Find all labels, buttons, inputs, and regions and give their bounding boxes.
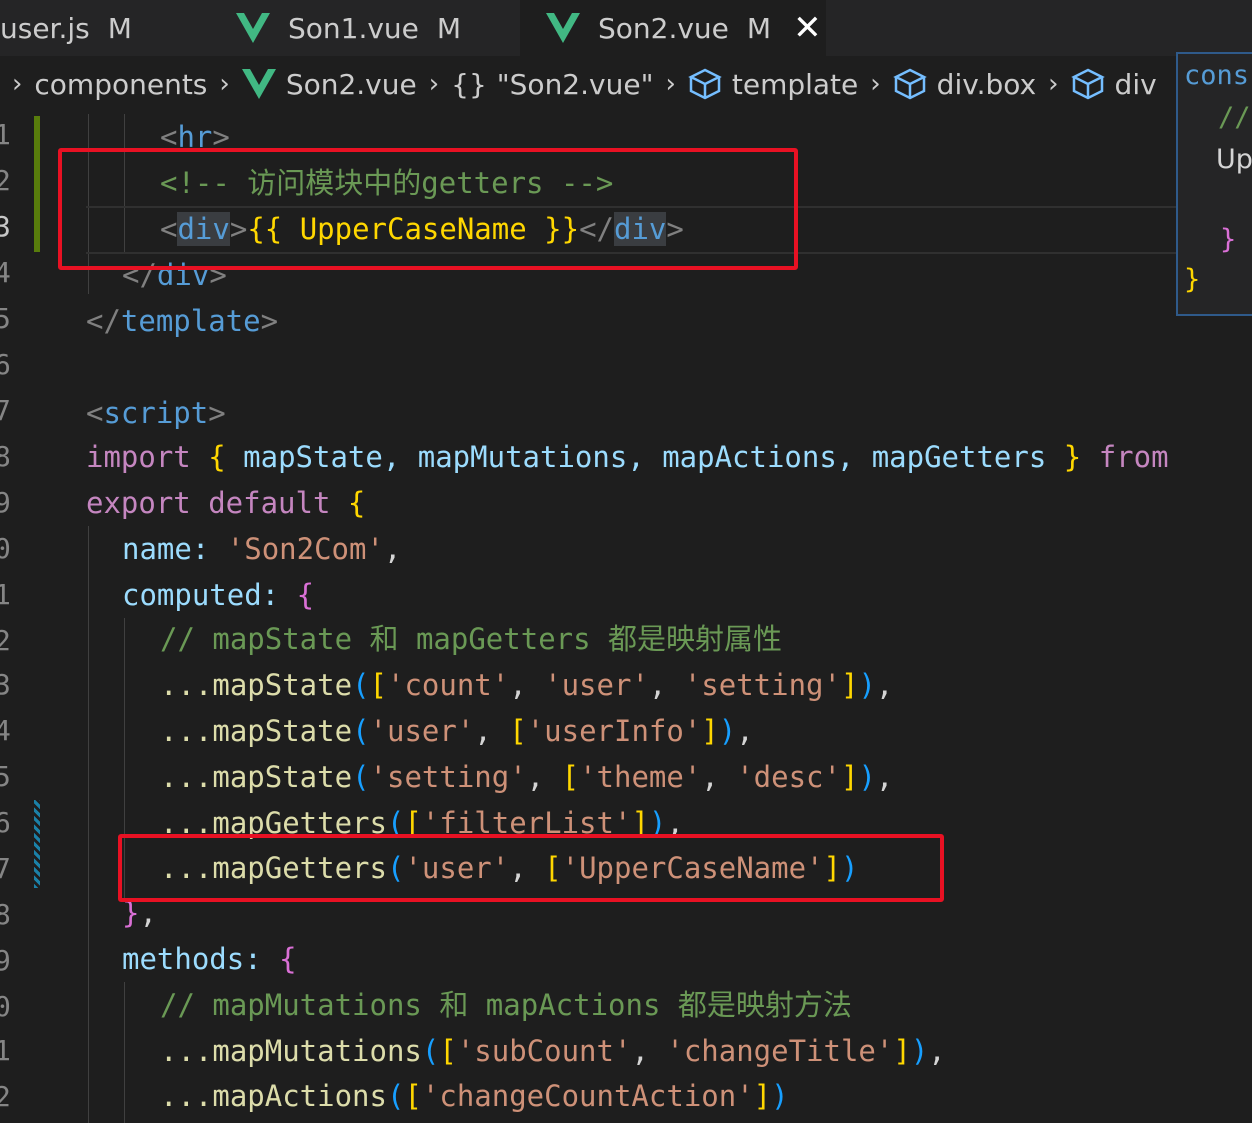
vue-icon	[236, 13, 270, 43]
code-line: </template>	[86, 304, 279, 338]
hover-tooltip: cons // Up } }	[1176, 52, 1252, 316]
tab-label: user.js	[0, 11, 90, 45]
modified-badge: M	[746, 11, 772, 45]
breadcrumb-item[interactable]: div	[1115, 68, 1157, 101]
code-line: <script>	[86, 396, 226, 430]
tab-user-js[interactable]: user.js M	[0, 0, 206, 56]
brace-glyph: }	[1220, 224, 1237, 255]
code-line: ...mapState(['count', 'user', 'setting']…	[160, 668, 894, 702]
breadcrumb: › components › Son2.vue › {} "Son2.vue" …	[0, 58, 1252, 110]
line-number: 8	[0, 440, 11, 473]
tab-son2-vue[interactable]: Son2.vue M ✕	[520, 0, 826, 56]
cube-icon	[688, 68, 722, 100]
cube-icon	[1070, 68, 1105, 100]
line-number: 6	[0, 806, 11, 839]
line-number: 2	[0, 164, 11, 197]
tab-son1-vue[interactable]: Son1.vue M	[210, 0, 516, 56]
line-number: 0	[0, 990, 11, 1023]
code-line: computed: {	[122, 578, 315, 612]
chevron-right-icon: ›	[665, 69, 676, 99]
chevron-right-icon: ›	[12, 69, 23, 99]
code-line: methods: {	[122, 942, 297, 976]
code-line: import { mapState, mapMutations, mapActi…	[86, 440, 1169, 474]
code-line: ...mapState('setting', ['theme', 'desc']…	[160, 760, 894, 794]
breadcrumb-item[interactable]: "Son2.vue"	[497, 68, 654, 101]
line-number: 8	[0, 898, 11, 931]
hover-text: cons	[1184, 60, 1250, 91]
line-number: 7	[0, 394, 11, 427]
line-number: 5	[0, 302, 11, 335]
line-number: 2	[0, 624, 11, 657]
close-icon[interactable]: ✕	[793, 8, 822, 48]
code-line: // mapMutations 和 mapActions 都是映射方法	[160, 988, 852, 1022]
chevron-right-icon: ›	[219, 69, 230, 99]
line-number: 4	[0, 256, 11, 289]
code-line: export default {	[86, 486, 366, 520]
tab-label: Son1.vue	[288, 11, 419, 45]
modified-badge: M	[107, 11, 132, 45]
git-changed-bar	[34, 800, 40, 888]
line-number: 7	[0, 852, 11, 885]
vue-icon	[546, 13, 580, 43]
code-line: ...mapActions(['changeCountAction'])	[160, 1079, 789, 1113]
hover-text: Up	[1216, 144, 1252, 175]
line-number: 4	[0, 714, 11, 747]
modified-badge: M	[436, 11, 462, 45]
tab-label: Son2.vue	[598, 11, 729, 45]
line-number: 3	[0, 210, 11, 243]
cube-icon	[892, 68, 927, 100]
line-number: 9	[0, 486, 11, 519]
indent-guide	[124, 982, 125, 1123]
git-modified-bar	[34, 116, 40, 252]
breadcrumb-item[interactable]: components	[34, 68, 207, 101]
chevron-right-icon: ›	[870, 69, 881, 99]
highlight-box-template	[58, 148, 798, 270]
line-number: 3	[0, 668, 11, 701]
code-line: ...mapMutations(['subCount', 'changeTitl…	[160, 1034, 946, 1068]
indent-guide	[88, 526, 89, 1123]
brace-glyph: }	[1184, 264, 1201, 295]
editor-window: { "tabs": [ {"label": "user.js", "status…	[0, 0, 1252, 1123]
breadcrumb-item[interactable]: template	[732, 68, 858, 101]
chevron-right-icon: ›	[428, 69, 440, 99]
line-number: 5	[0, 760, 11, 793]
line-number: 9	[0, 944, 11, 977]
chevron-right-icon: ›	[1048, 69, 1059, 99]
line-number: 2	[0, 1080, 11, 1113]
braces-icon: {}	[451, 67, 487, 101]
line-number: 1	[0, 118, 11, 151]
hover-text: //	[1218, 102, 1251, 133]
code-line: ...mapState('user', ['userInfo']),	[160, 714, 754, 748]
line-number: 6	[0, 348, 11, 381]
line-number: 0	[0, 532, 11, 565]
line-number: 1	[0, 578, 11, 611]
breadcrumb-item[interactable]: Son2.vue	[286, 68, 417, 101]
code-line: // mapState 和 mapGetters 都是映射属性	[160, 622, 783, 656]
code-line: name: 'Son2Com',	[122, 532, 402, 566]
line-number: 1	[0, 1034, 11, 1067]
breadcrumb-item[interactable]: div.box	[937, 68, 1036, 101]
vue-icon	[241, 69, 276, 99]
highlight-box-getters	[118, 834, 944, 902]
tab-bar: user.js M Son1.vue M Son2.vue M ✕	[0, 0, 1252, 56]
